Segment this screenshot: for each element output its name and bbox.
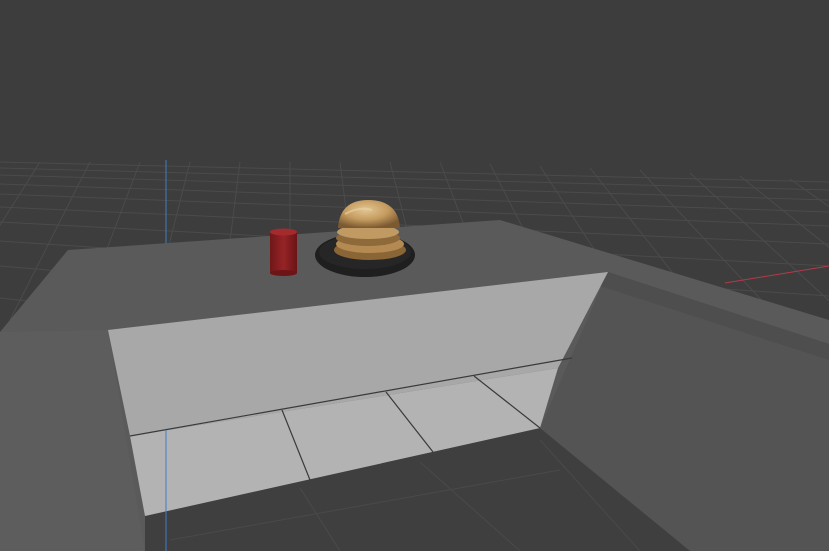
red-cup[interactable] [270, 228, 297, 277]
3d-viewport[interactable] [0, 0, 829, 551]
scene-canvas[interactable] [0, 0, 829, 551]
